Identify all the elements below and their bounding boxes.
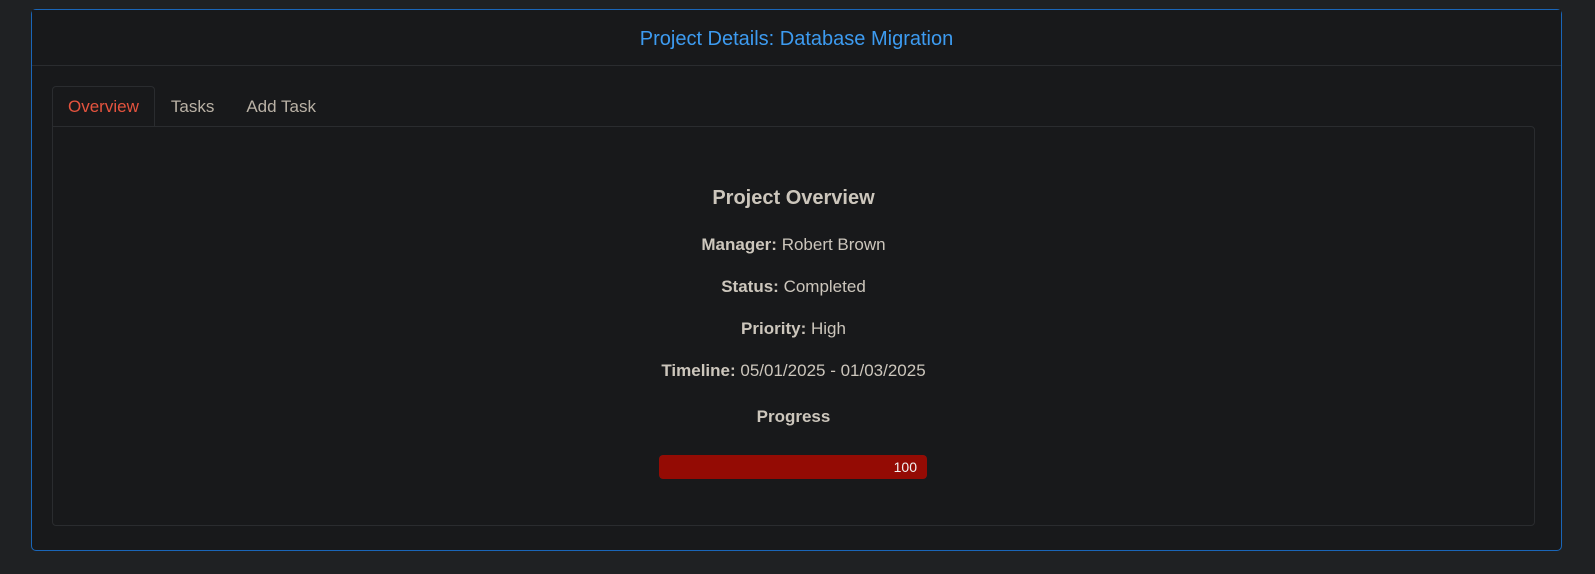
status-label: Status: bbox=[721, 277, 779, 296]
progress-fill: 100 bbox=[659, 455, 927, 479]
tab-add-task[interactable]: Add Task bbox=[230, 86, 332, 126]
project-details-card: Project Details: Database Migration Over… bbox=[31, 9, 1562, 551]
manager-row: Manager: Robert Brown bbox=[53, 235, 1534, 255]
priority-value: High bbox=[810, 319, 846, 338]
overview-panel: Project Overview Manager: Robert Brown S… bbox=[52, 126, 1535, 526]
timeline-label: Timeline: bbox=[661, 361, 736, 380]
progress-bar: 100 bbox=[659, 455, 927, 479]
status-row: Status: Completed bbox=[53, 277, 1534, 297]
priority-row: Priority: High bbox=[53, 319, 1534, 339]
tab-overview[interactable]: Overview bbox=[52, 86, 155, 126]
progress-label: Progress bbox=[756, 407, 831, 426]
page-title: Project Details: Database Migration bbox=[639, 27, 954, 50]
card-header: Project Details: Database Migration bbox=[32, 10, 1561, 66]
priority-label: Priority: bbox=[741, 319, 807, 338]
progress-value: 100 bbox=[893, 459, 917, 475]
tab-bar: Overview Tasks Add Task bbox=[52, 86, 1533, 126]
manager-label: Manager: bbox=[701, 235, 777, 254]
overview-heading: Project Overview bbox=[712, 187, 875, 209]
status-value: Completed bbox=[783, 277, 866, 296]
manager-value: Robert Brown bbox=[781, 235, 886, 254]
timeline-row: Timeline: 05/01/2025 - 01/03/2025 bbox=[53, 361, 1534, 381]
tab-tasks[interactable]: Tasks bbox=[155, 86, 230, 126]
timeline-value: 05/01/2025 - 01/03/2025 bbox=[740, 361, 926, 380]
